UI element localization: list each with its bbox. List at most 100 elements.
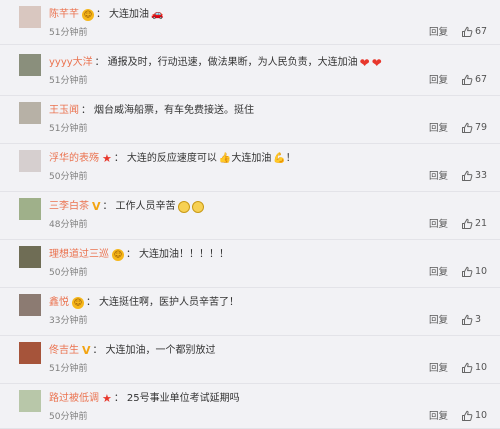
thumbs-up-outline-icon: [462, 170, 473, 181]
username-link[interactable]: 浮华的表殇: [49, 152, 99, 166]
timestamp: 50分钟前: [49, 172, 88, 182]
crying-face-icon: [191, 201, 204, 213]
colon-separator: ：: [94, 57, 105, 68]
timestamp: 50分钟前: [49, 412, 88, 422]
thumbs-up-outline-icon: [462, 362, 473, 373]
reply-button[interactable]: 回复: [429, 27, 448, 39]
thumbs-up-outline-icon: [462, 74, 473, 85]
comment-text: 大连加油！！！！！: [139, 249, 229, 260]
comment-text: 大连加油，一个都别放过: [105, 345, 216, 356]
comment-item: 佟吉生 V：大连加油，一个都别放过 51分钟前 回复 10: [0, 336, 500, 384]
reply-button[interactable]: 回复: [429, 363, 448, 375]
avatar[interactable]: [19, 54, 41, 76]
reply-button[interactable]: 回复: [429, 315, 448, 327]
reply-button[interactable]: 回复: [429, 411, 448, 423]
thumbs-up-outline-icon: [462, 314, 473, 325]
like-button[interactable]: 21: [461, 218, 487, 230]
like-count: 67: [475, 26, 488, 37]
avatar[interactable]: [19, 6, 41, 28]
reply-button[interactable]: 回复: [429, 219, 448, 231]
like-button[interactable]: 67: [461, 74, 487, 86]
username-link[interactable]: 理想道过三巡: [49, 248, 109, 262]
colon-separator: ：: [126, 249, 136, 260]
timestamp: 51分钟前: [49, 76, 88, 86]
comment-text: 大连的反应速度可以: [126, 153, 217, 164]
username-link[interactable]: 路过被低调: [49, 392, 99, 406]
like-button[interactable]: 33: [461, 170, 487, 182]
like-button[interactable]: 67: [461, 26, 487, 38]
comment-text: 烟台威海船票，有车免费接送。挺住: [94, 105, 254, 116]
comment-text-continued: 大连加油: [231, 153, 272, 164]
strong-arm-icon: 💪: [273, 153, 286, 164]
car-icon: 🚗: [151, 9, 164, 20]
reply-button[interactable]: 回复: [429, 267, 448, 279]
colon-separator: ：: [113, 393, 124, 404]
username-link[interactable]: yyyy大洋: [49, 56, 93, 70]
like-count: 33: [475, 170, 488, 181]
crown-badge-icon: ☺: [72, 297, 84, 309]
username-link[interactable]: 三李白茶: [49, 200, 89, 214]
comment-text: 通报及时，行动迅速，做法果断，为人民负责，大连加油: [107, 57, 358, 68]
reply-button[interactable]: 回复: [429, 75, 448, 87]
comment-content: 鑫悦 ☺：大连挺住啊，医护人员辛苦了！: [49, 296, 239, 310]
timestamp: 48分钟前: [49, 220, 88, 230]
avatar[interactable]: [19, 102, 41, 124]
comment-text-tail: ！: [285, 153, 296, 164]
like-button[interactable]: 10: [461, 410, 487, 422]
thumbs-up-outline-icon: [462, 122, 473, 133]
crown-badge-icon: ☺: [82, 9, 94, 21]
comment-text: 25号事业单位考试延期吗: [126, 393, 240, 404]
username-link[interactable]: 陈芊芊: [49, 8, 79, 22]
avatar[interactable]: [19, 150, 41, 172]
like-button[interactable]: 3: [461, 314, 481, 326]
username-link[interactable]: 鑫悦: [49, 296, 69, 310]
comment-content: 佟吉生 V：大连加油，一个都别放过: [49, 344, 216, 358]
like-button[interactable]: 10: [461, 266, 487, 278]
avatar[interactable]: [19, 294, 41, 316]
like-count: 79: [475, 122, 488, 133]
like-count: 3: [475, 314, 482, 325]
thumbs-up-outline-icon: [462, 218, 473, 229]
like-button[interactable]: 79: [461, 122, 487, 134]
comment-item: 三李白茶 V：工作人员辛苦 48分钟前 回复 21: [0, 192, 500, 240]
avatar[interactable]: [19, 246, 41, 268]
timestamp: 51分钟前: [49, 364, 88, 374]
reply-button[interactable]: 回复: [429, 171, 448, 183]
vip-badge-icon: V: [92, 200, 101, 213]
comment-item: 王玉闻：烟台威海船票，有车免费接送。挺住 51分钟前 回复 79: [0, 96, 500, 144]
username-link[interactable]: 佟吉生: [49, 344, 79, 358]
avatar[interactable]: [19, 198, 41, 220]
like-button[interactable]: 10: [461, 362, 487, 374]
like-count: 10: [475, 266, 488, 277]
crown-badge-icon: ☺: [112, 249, 124, 261]
comment-content: 路过被低调 ★： 25号事业单位考试延期吗: [49, 392, 240, 406]
reply-button[interactable]: 回复: [429, 123, 448, 135]
comment-item: 陈芊芊 ☺：大连加油 🚗 51分钟前 回复 67: [0, 0, 500, 45]
comment-item: yyyy大洋：通报及时，行动迅速，做法果断，为人民负责，大连加油 ❤ ❤ 51分钟前回…: [0, 48, 500, 96]
colon-separator: ：: [92, 345, 103, 356]
timestamp: 51分钟前: [49, 124, 88, 134]
comment-text: 大连加油: [109, 9, 149, 20]
comment-content: 王玉闻：烟台威海船票，有车免费接送。挺住: [49, 104, 254, 118]
timestamp: 33分钟前: [49, 316, 88, 326]
like-count: 10: [475, 410, 488, 421]
thumbs-up-outline-icon: [462, 26, 473, 37]
heart-icon: ❤: [371, 56, 382, 70]
comment-text: 大连挺住啊，医护人员辛苦了！: [99, 297, 239, 308]
thumbs-up-outline-icon: [462, 266, 473, 277]
colon-separator: ：: [113, 153, 124, 164]
heart-icon: ❤: [359, 56, 370, 70]
avatar[interactable]: [19, 342, 41, 364]
comment-item: 鑫悦 ☺：大连挺住啊，医护人员辛苦了！ 33分钟前 回复 3: [0, 288, 500, 336]
comment-content: 理想道过三巡 ☺：大连加油！！！！！: [49, 248, 229, 262]
comment-item: 理想道过三巡 ☺：大连加油！！！！！ 50分钟前 回复 10: [0, 240, 500, 288]
thumbs-up-outline-icon: [462, 410, 473, 421]
timestamp: 50分钟前: [49, 268, 88, 278]
username-link[interactable]: 王玉闻: [49, 104, 79, 118]
like-count: 10: [475, 362, 488, 373]
colon-separator: ：: [96, 9, 106, 20]
colon-separator: ：: [81, 105, 91, 116]
comment-content: 浮华的表殇 ★：大连的反应速度可以 👍 大连加油 💪！: [49, 152, 296, 166]
avatar[interactable]: [19, 390, 41, 412]
star-badge-icon: ★: [102, 152, 112, 165]
